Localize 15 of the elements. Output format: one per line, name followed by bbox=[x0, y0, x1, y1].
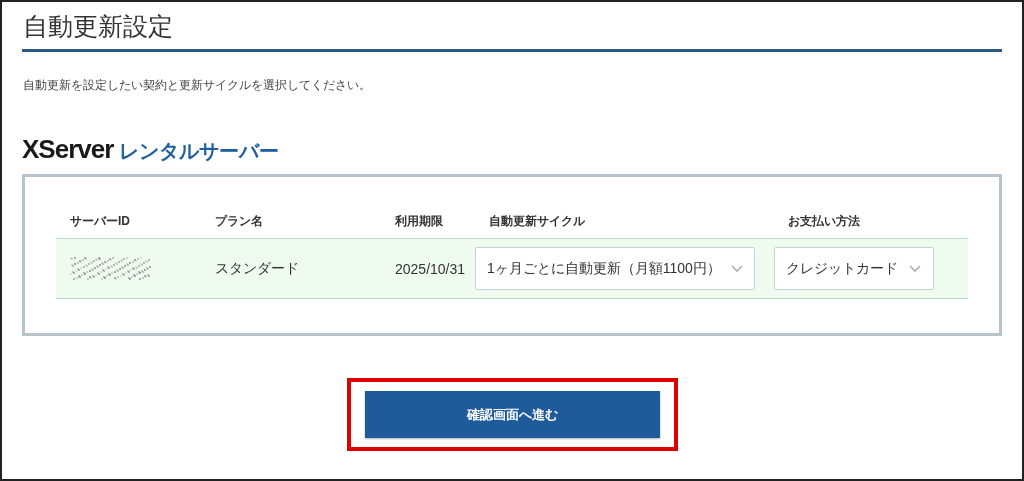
logo: XServer レンタルサーバー bbox=[22, 134, 281, 164]
dropdown[interactable]: クレジットカード bbox=[774, 247, 934, 290]
column-header: 自動更新サイクル bbox=[489, 214, 585, 228]
description-text: 自動更新を設定したい契約と更新サイクルを選択してください。 bbox=[23, 77, 372, 94]
chevron-down-icon bbox=[730, 264, 743, 273]
column-header: サーバーID bbox=[70, 214, 130, 228]
dropdown[interactable]: 1ヶ月ごとに自動更新（月額1100円） bbox=[475, 247, 755, 290]
page-title: 自動更新設定 bbox=[22, 2, 1002, 52]
confirm-button[interactable]: 確認画面へ進む bbox=[364, 391, 660, 438]
table-cell: スタンダード bbox=[215, 259, 299, 278]
column-header: プラン名 bbox=[215, 214, 263, 228]
column-header: お支払い方法 bbox=[788, 214, 860, 228]
column-header: 利用期限 bbox=[395, 214, 443, 228]
chevron-down-icon bbox=[909, 264, 921, 273]
table-cell: 2025/10/31 bbox=[395, 260, 466, 277]
